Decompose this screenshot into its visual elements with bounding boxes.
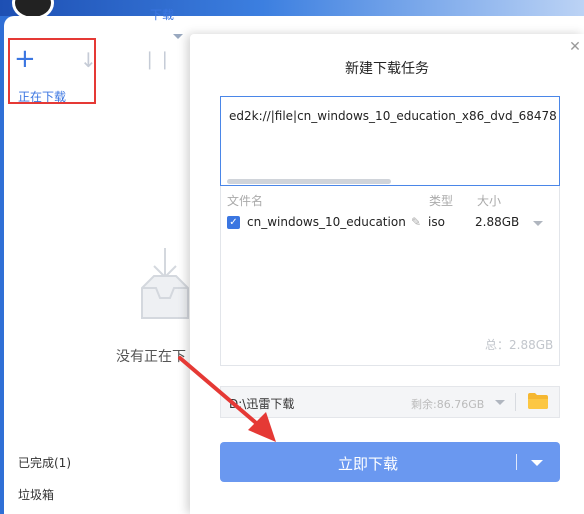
new-download-dialog: 新建下载任务 ✕ ed2k://|file|cn_windows_10_educ… bbox=[190, 34, 584, 514]
divider bbox=[516, 454, 517, 470]
dialog-title: 新建下载任务 bbox=[345, 61, 429, 77]
folder-icon[interactable] bbox=[527, 392, 549, 410]
empty-box-icon bbox=[141, 248, 189, 319]
sidebar-item-completed[interactable]: 已完成(1) bbox=[18, 454, 71, 471]
plus-icon[interactable]: + bbox=[14, 46, 36, 72]
file-size: 2.88GB bbox=[475, 215, 520, 229]
file-checkbox[interactable]: ✓ bbox=[227, 216, 240, 229]
tab-download[interactable]: 下载 bbox=[150, 6, 174, 22]
chevron-down-icon[interactable] bbox=[495, 400, 505, 405]
downloading-tab[interactable]: 正在下载 bbox=[18, 88, 66, 105]
arrow-down-icon[interactable]: ↓ bbox=[80, 50, 97, 70]
close-icon[interactable]: ✕ bbox=[566, 38, 584, 56]
column-header-size: 大小 bbox=[477, 194, 502, 208]
left-panel: + ↓ ❘❘ 正在下载 没有正在下 已完成(1) 垃圾箱 bbox=[4, 16, 194, 514]
desktop-strip bbox=[0, 0, 584, 16]
download-now-button[interactable]: 立即下载 bbox=[220, 442, 560, 482]
horizontal-scrollbar[interactable] bbox=[227, 179, 391, 184]
link-text: ed2k://|file|cn_windows_10_education_x86… bbox=[229, 109, 557, 123]
file-row: ✓ cn_windows_10_education... ✎ iso 2.88G… bbox=[221, 212, 559, 238]
save-path-select[interactable]: D:\迅雷下载 剩余:86.76GB bbox=[220, 386, 560, 418]
file-name: cn_windows_10_education... bbox=[247, 215, 407, 229]
chevron-down-icon[interactable] bbox=[531, 460, 543, 466]
link-input[interactable]: ed2k://|file|cn_windows_10_education_x86… bbox=[220, 96, 560, 186]
save-path: D:\迅雷下载 bbox=[229, 397, 295, 411]
chevron-down-icon[interactable] bbox=[533, 221, 543, 226]
pencil-icon[interactable]: ✎ bbox=[411, 215, 421, 229]
free-space: 剩余:86.76GB bbox=[411, 398, 485, 411]
chevron-down-icon bbox=[173, 34, 183, 39]
download-button-label: 立即下载 bbox=[337, 455, 398, 473]
pause-icon[interactable]: ❘❘ bbox=[142, 50, 172, 70]
column-header-type: 类型 bbox=[429, 194, 454, 208]
file-type: iso bbox=[428, 215, 445, 229]
empty-state-text: 没有正在下 bbox=[116, 349, 186, 365]
column-header-name: 文件名 bbox=[227, 194, 264, 208]
file-list: 文件名 类型 大小 ✓ cn_windows_10_education... ✎… bbox=[220, 186, 560, 366]
total-size: 总：2.88GB bbox=[485, 338, 554, 352]
sidebar-item-trash[interactable]: 垃圾箱 bbox=[18, 486, 54, 503]
divider bbox=[515, 393, 516, 411]
